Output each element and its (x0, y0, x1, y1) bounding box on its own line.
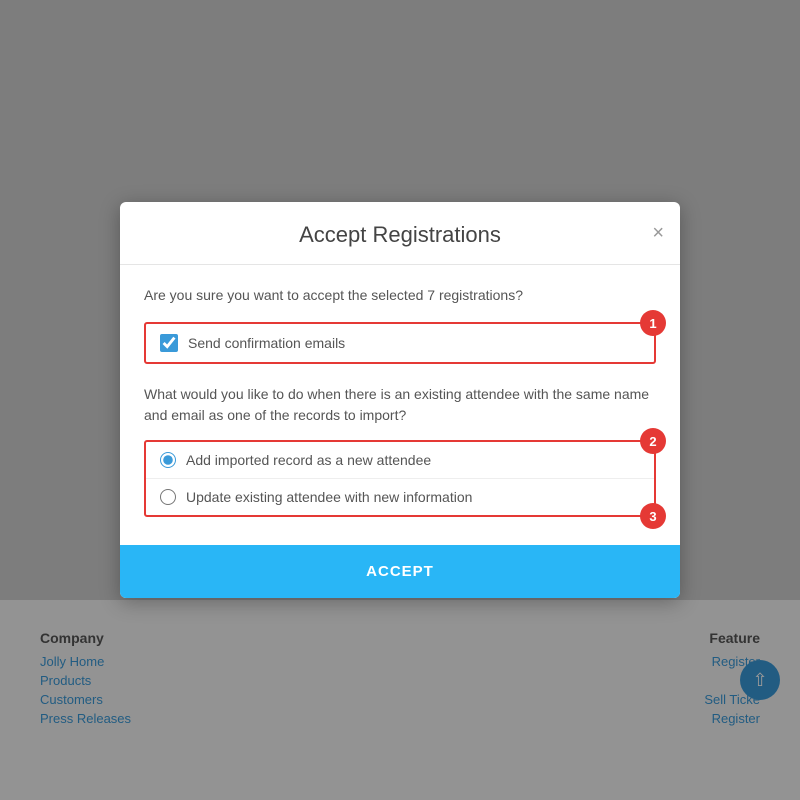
radio-new-attendee[interactable] (160, 452, 176, 468)
annotation-badge-3: 3 (640, 503, 666, 529)
radio-option-new-attendee: Add imported record as a new attendee (146, 442, 654, 478)
checkbox-section: 1 Send confirmation emails (144, 322, 656, 364)
radio-options-section: 2 3 Add imported record as a new attende… (144, 440, 656, 517)
radio-update-attendee[interactable] (160, 489, 176, 505)
duplicate-handling-text: What would you like to do when there is … (144, 384, 656, 426)
annotation-badge-2: 2 (640, 428, 666, 454)
radio-new-attendee-label: Add imported record as a new attendee (186, 452, 431, 468)
modal-header: Accept Registrations × (120, 202, 680, 265)
radio-update-attendee-label: Update existing attendee with new inform… (186, 489, 472, 505)
accept-button[interactable]: ACCEPT (120, 545, 680, 598)
accept-registrations-modal: Accept Registrations × Are you sure you … (120, 202, 680, 598)
modal-footer: ACCEPT (120, 545, 680, 598)
send-confirmation-checkbox[interactable] (160, 334, 178, 352)
confirm-text: Are you sure you want to accept the sele… (144, 285, 656, 306)
modal-overlay: Accept Registrations × Are you sure you … (0, 0, 800, 800)
radio-option-update-attendee: Update existing attendee with new inform… (146, 478, 654, 515)
modal-title: Accept Registrations (299, 222, 501, 248)
send-confirmation-label: Send confirmation emails (188, 335, 345, 351)
modal-close-button[interactable]: × (652, 223, 664, 243)
annotation-badge-1: 1 (640, 310, 666, 336)
modal-body: Are you sure you want to accept the sele… (120, 265, 680, 545)
